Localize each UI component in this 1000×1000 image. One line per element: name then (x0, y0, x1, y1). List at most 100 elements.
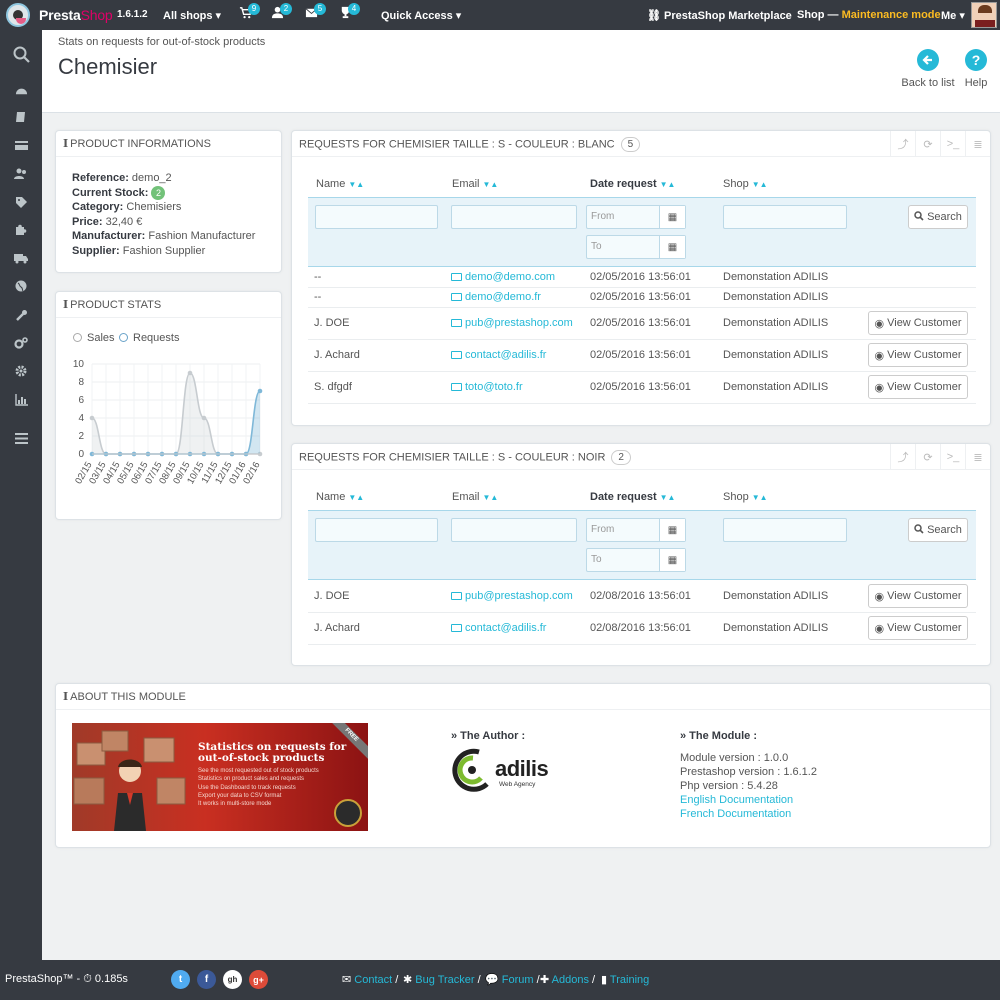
advanced-params-icon[interactable] (11, 333, 31, 353)
database-icon[interactable]: ≣ (965, 444, 990, 470)
employee-menu[interactable]: Me ▾ (941, 9, 965, 22)
menu-collapse-icon[interactable] (11, 428, 31, 448)
column-header-date-request[interactable]: Date request ▼▲ (590, 491, 675, 503)
filter-date-from-input[interactable]: From ▦ (586, 518, 686, 542)
column-header-email[interactable]: Email ▼▲ (452, 491, 498, 503)
filter-shop-input[interactable] (723, 518, 847, 542)
search-button[interactable]: Search (908, 205, 968, 229)
sort-arrows-icon[interactable]: ▼▲ (483, 493, 499, 502)
refresh-icon[interactable]: ⟳ (915, 131, 940, 157)
search-button[interactable]: Search (908, 518, 968, 542)
legend-sales[interactable]: Sales (73, 332, 115, 344)
sort-arrows-icon[interactable]: ▼▲ (660, 493, 676, 502)
filter-date-to-input[interactable]: To ▦ (586, 235, 686, 259)
search-icon[interactable] (11, 44, 31, 64)
facebook-icon[interactable]: f (197, 970, 216, 989)
data-point-requests[interactable] (257, 388, 263, 394)
customer-email-link[interactable]: contact@adilis.fr (451, 349, 546, 361)
price-rules-icon[interactable] (11, 192, 31, 212)
shipping-icon[interactable] (11, 248, 31, 268)
column-header-date-request[interactable]: Date request ▼▲ (590, 178, 675, 190)
prestashop-logo[interactable] (0, 0, 36, 30)
legend-requests[interactable]: Requests (119, 332, 179, 344)
customer-email-link[interactable]: pub@prestashop.com (451, 317, 573, 329)
sort-arrows-icon[interactable]: ▼▲ (752, 493, 768, 502)
sort-arrows-icon[interactable]: ▼▲ (660, 180, 676, 189)
data-point-sales[interactable] (89, 415, 95, 421)
column-header-shop[interactable]: Shop ▼▲ (723, 491, 768, 503)
column-header-email[interactable]: Email ▼▲ (452, 178, 498, 190)
footer-training[interactable]: ▮ Training (601, 973, 649, 986)
column-header-name[interactable]: Name ▼▲ (316, 178, 364, 190)
sort-arrows-icon[interactable]: ▼▲ (752, 180, 768, 189)
customer-email-link[interactable]: contact@adilis.fr (451, 622, 546, 634)
filter-email-input[interactable] (451, 518, 577, 542)
google-plus-icon[interactable]: g+ (249, 970, 268, 989)
view-customer-button[interactable]: ◉ View Customer (868, 616, 968, 640)
module-banner[interactable]: Statistics on requests for out-of-stock … (72, 723, 368, 831)
view-customer-button[interactable]: ◉ View Customer (868, 375, 968, 399)
export-icon[interactable]: ⤴ (890, 444, 915, 470)
localization-icon[interactable] (11, 276, 31, 296)
sort-arrows-icon[interactable]: ▼▲ (348, 180, 364, 189)
customers-notification-button[interactable]: 2 (271, 3, 292, 22)
french-documentation-link[interactable]: French Documentation (680, 808, 791, 820)
data-point-sales[interactable] (187, 370, 193, 376)
calendar-icon[interactable]: ▦ (659, 206, 685, 228)
avatar[interactable] (971, 2, 997, 28)
filter-date-to-input[interactable]: To ▦ (586, 548, 686, 572)
achievements-notification-button[interactable]: 4 (339, 3, 360, 22)
github-icon[interactable]: gh (223, 970, 242, 989)
customer-email-link[interactable]: pub@prestashop.com (451, 590, 573, 602)
footer-bug-tracker[interactable]: ✱ Bug Tracker / (403, 973, 481, 986)
catalog-icon[interactable] (11, 107, 31, 127)
database-icon[interactable]: ≣ (965, 131, 990, 157)
view-customer-button[interactable]: ◉ View Customer (868, 311, 968, 335)
view-customer-button[interactable]: ◉ View Customer (868, 584, 968, 608)
refresh-icon[interactable]: ⟳ (915, 444, 940, 470)
english-documentation-link[interactable]: English Documentation (680, 794, 793, 806)
quick-access-dropdown[interactable]: Quick Access ▾ (381, 9, 461, 22)
footer-contact[interactable]: ✉ Contact / (342, 973, 398, 986)
all-shops-dropdown[interactable]: All shops ▾ (163, 9, 221, 22)
brand-name[interactable]: PrestaShop (39, 7, 113, 23)
shop-link[interactable]: Shop — Maintenance mode (797, 9, 941, 21)
customer-email-link[interactable]: demo@demo.com (451, 271, 555, 283)
export-icon[interactable]: ⤴ (890, 131, 915, 157)
orders-icon[interactable] (11, 135, 31, 155)
column-header-shop[interactable]: Shop ▼▲ (723, 178, 768, 190)
filter-email-input[interactable] (451, 205, 577, 229)
sort-arrows-icon[interactable]: ▼▲ (348, 493, 364, 502)
column-header-name[interactable]: Name ▼▲ (316, 491, 364, 503)
view-customer-button[interactable]: ◉ View Customer (868, 343, 968, 367)
orders-notification-button[interactable]: 9 (239, 3, 260, 22)
messages-notification-button[interactable]: 5 (305, 3, 326, 22)
data-point-sales[interactable] (201, 415, 207, 421)
adilis-logo[interactable]: adilis Web Agency (451, 748, 561, 798)
sql-query-icon[interactable]: >_ (940, 444, 965, 470)
sort-arrows-icon[interactable]: ▼▲ (483, 180, 499, 189)
addons-link: Addons (551, 974, 589, 986)
stats-icon[interactable] (11, 390, 31, 410)
filter-name-input[interactable] (315, 205, 438, 229)
twitter-icon[interactable]: t (171, 970, 190, 989)
filter-shop-input[interactable] (723, 205, 847, 229)
footer-forum[interactable]: 💬 Forum / (485, 973, 540, 986)
back-to-list-button[interactable]: Back to list (900, 49, 956, 89)
dashboard-icon[interactable] (11, 80, 31, 100)
sql-query-icon[interactable]: >_ (940, 131, 965, 157)
calendar-icon[interactable]: ▦ (659, 519, 685, 541)
customers-icon[interactable] (11, 164, 31, 184)
marketplace-link[interactable]: ⛓ PrestaShop Marketplace (647, 9, 792, 22)
calendar-icon[interactable]: ▦ (659, 236, 685, 258)
customer-email-link[interactable]: toto@toto.fr (451, 381, 523, 393)
help-button[interactable]: ? Help (962, 49, 990, 89)
footer-addons[interactable]: ✚ Addons / (540, 973, 595, 986)
filter-date-from-input[interactable]: From ▦ (586, 205, 686, 229)
customer-email-link[interactable]: demo@demo.fr (451, 291, 541, 303)
administration-icon[interactable] (11, 361, 31, 381)
preferences-icon[interactable] (11, 305, 31, 325)
calendar-icon[interactable]: ▦ (659, 549, 685, 571)
filter-name-input[interactable] (315, 518, 438, 542)
modules-icon[interactable] (11, 220, 31, 240)
